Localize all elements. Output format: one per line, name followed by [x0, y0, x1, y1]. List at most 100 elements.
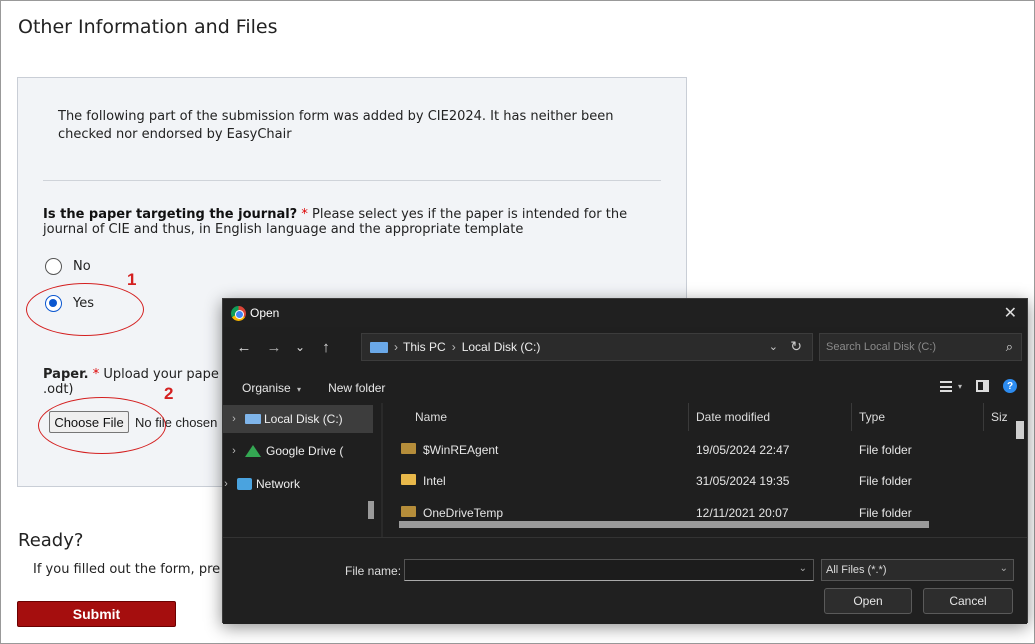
file-name[interactable]: $WinREAgent: [423, 443, 498, 457]
file-type: File folder: [859, 506, 912, 520]
folder-icon: [401, 443, 416, 454]
sidebar-item-google-drive[interactable]: › Google Drive (: [223, 437, 373, 465]
cancel-button[interactable]: Cancel: [923, 588, 1013, 614]
this-pc-icon: [370, 341, 388, 353]
sidebar-item-network[interactable]: › Network: [215, 470, 365, 498]
annotation-number-1: 1: [127, 270, 137, 289]
breadcrumb-separator-icon: ›: [394, 340, 398, 354]
file-open-dialog: Open ✕ ← → ⌄ ↑ › This PC › Local Disk (C…: [222, 298, 1028, 624]
annotation-ellipse-yes: [26, 283, 144, 336]
sidebar-item-label[interactable]: Google Drive (: [266, 444, 343, 458]
forward-arrow-icon[interactable]: →: [261, 339, 287, 356]
breadcrumb-this-pc[interactable]: This PC: [403, 340, 446, 354]
preview-pane-icon[interactable]: [976, 380, 989, 392]
expand-chevron-icon[interactable]: ›: [223, 413, 245, 425]
file-name-input[interactable]: ⌄: [404, 559, 814, 581]
annotation-ellipse-choose-file: [38, 397, 166, 454]
radio-option-no[interactable]: No: [45, 258, 91, 275]
organise-menu[interactable]: Organise ▾: [242, 381, 301, 395]
file-type: File folder: [859, 443, 912, 457]
address-bar[interactable]: › This PC › Local Disk (C:) ⌄ ↻: [361, 333, 813, 361]
annotation-number-2: 2: [164, 384, 174, 403]
paper-upload-label: Paper. * Upload your pape .odt): [43, 367, 223, 397]
required-asterisk-paper: *: [92, 367, 100, 382]
column-divider[interactable]: [688, 403, 689, 431]
column-divider[interactable]: [983, 403, 984, 431]
column-header-size[interactable]: Siz: [991, 403, 1008, 431]
file-type: File folder: [859, 474, 912, 488]
paper-text-line2: .odt): [43, 382, 74, 397]
search-placeholder[interactable]: Search Local Disk (C:): [826, 341, 936, 353]
sidebar-item-local-disk[interactable]: › Local Disk (C:): [223, 405, 373, 433]
network-icon: [237, 478, 252, 490]
change-view-button[interactable]: ▾: [939, 380, 962, 392]
back-arrow-icon[interactable]: ←: [231, 339, 257, 356]
google-drive-icon: [245, 445, 261, 457]
file-row[interactable]: $WinREAgent 19/05/2024 22:47 File folder: [383, 435, 1013, 463]
breadcrumb-separator-icon: ›: [451, 340, 456, 354]
nav-pane-scrollbar[interactable]: [368, 501, 374, 519]
endorsement-note: The following part of the submission for…: [58, 109, 614, 142]
radio-no[interactable]: [45, 258, 62, 275]
horizontal-scrollbar[interactable]: [399, 521, 929, 528]
column-header-type[interactable]: Type: [859, 403, 885, 431]
ready-title: Ready?: [18, 530, 84, 551]
dialog-toolbar: Organise ▾ New folder ▾ ?: [223, 375, 1027, 401]
file-name[interactable]: OneDriveTemp: [423, 506, 503, 520]
help-icon[interactable]: ?: [1003, 379, 1017, 393]
new-folder-button[interactable]: New folder: [328, 381, 385, 395]
dialog-navbar: ← → ⌄ ↑ › This PC › Local Disk (C:) ⌄ ↻ …: [223, 327, 1027, 367]
address-dropdown-chevron-icon[interactable]: ⌄: [769, 340, 778, 353]
paper-text-line1: Upload your pape: [103, 367, 219, 382]
column-divider[interactable]: [851, 403, 852, 431]
open-button[interactable]: Open: [824, 588, 912, 614]
required-asterisk: *: [301, 207, 308, 222]
column-header-date[interactable]: Date modified: [696, 403, 770, 431]
journal-question: Is the paper targeting the journal? * Pl…: [43, 207, 673, 237]
organise-caret-icon: ▾: [297, 385, 302, 394]
ready-text: If you filled out the form, pre: [33, 562, 221, 577]
toolbar-right: ▾ ?: [939, 379, 1017, 393]
disk-icon: [245, 414, 261, 424]
file-date: 12/11/2021 20:07: [696, 506, 789, 520]
chrome-icon: [231, 305, 246, 321]
question-label: Is the paper targeting the journal?: [43, 207, 298, 222]
file-row[interactable]: Intel 31/05/2024 19:35 File folder: [383, 466, 1013, 494]
sidebar-item-label[interactable]: Network: [256, 477, 300, 491]
file-type-select[interactable]: All Files (*.*) ⌄: [821, 559, 1014, 581]
submit-button[interactable]: Submit: [17, 601, 176, 627]
file-list: Name Date modified Type Siz $WinREAgent …: [383, 403, 1027, 537]
recent-locations-chevron-icon[interactable]: ⌄: [287, 340, 313, 354]
refresh-icon[interactable]: ↻: [790, 338, 802, 355]
search-box[interactable]: Search Local Disk (C:) ⌕: [819, 333, 1022, 361]
file-name-dropdown-chevron-icon[interactable]: ⌄: [799, 563, 807, 574]
file-name-label: File name:: [345, 564, 402, 578]
folder-icon: [401, 506, 416, 517]
radio-no-label[interactable]: No: [73, 259, 91, 274]
file-type-chevron-icon[interactable]: ⌄: [1000, 563, 1008, 574]
expand-chevron-icon[interactable]: ›: [215, 478, 237, 490]
folder-icon: [401, 474, 416, 485]
vertical-scrollbar[interactable]: [1016, 421, 1024, 439]
navigation-pane: › Local Disk (C:) › Google Drive ( › Net…: [223, 403, 381, 537]
paper-label: Paper.: [43, 367, 89, 382]
organise-label[interactable]: Organise: [242, 381, 291, 395]
file-name[interactable]: Intel: [423, 474, 446, 488]
file-type-value[interactable]: All Files (*.*): [826, 564, 887, 576]
expand-chevron-icon[interactable]: ›: [223, 445, 245, 457]
view-caret-icon[interactable]: ▾: [958, 382, 962, 391]
view-options-icon[interactable]: [939, 380, 952, 392]
divider: [43, 180, 661, 181]
column-header-name[interactable]: Name: [415, 403, 447, 431]
sidebar-item-label[interactable]: Local Disk (C:): [264, 412, 343, 426]
up-arrow-icon[interactable]: ↑: [313, 339, 339, 356]
breadcrumb-local-disk[interactable]: Local Disk (C:): [462, 340, 541, 354]
dialog-titlebar[interactable]: Open ✕: [223, 299, 1027, 327]
file-date: 19/05/2024 22:47: [696, 443, 790, 457]
dialog-title: Open: [250, 306, 280, 320]
file-date: 31/05/2024 19:35: [696, 474, 790, 488]
close-icon[interactable]: ✕: [1004, 303, 1017, 323]
dialog-footer: File name: ⌄ All Files (*.*) ⌄ Open Canc…: [223, 537, 1027, 624]
section-title: Other Information and Files: [18, 16, 278, 38]
search-icon[interactable]: ⌕: [1006, 339, 1013, 355]
